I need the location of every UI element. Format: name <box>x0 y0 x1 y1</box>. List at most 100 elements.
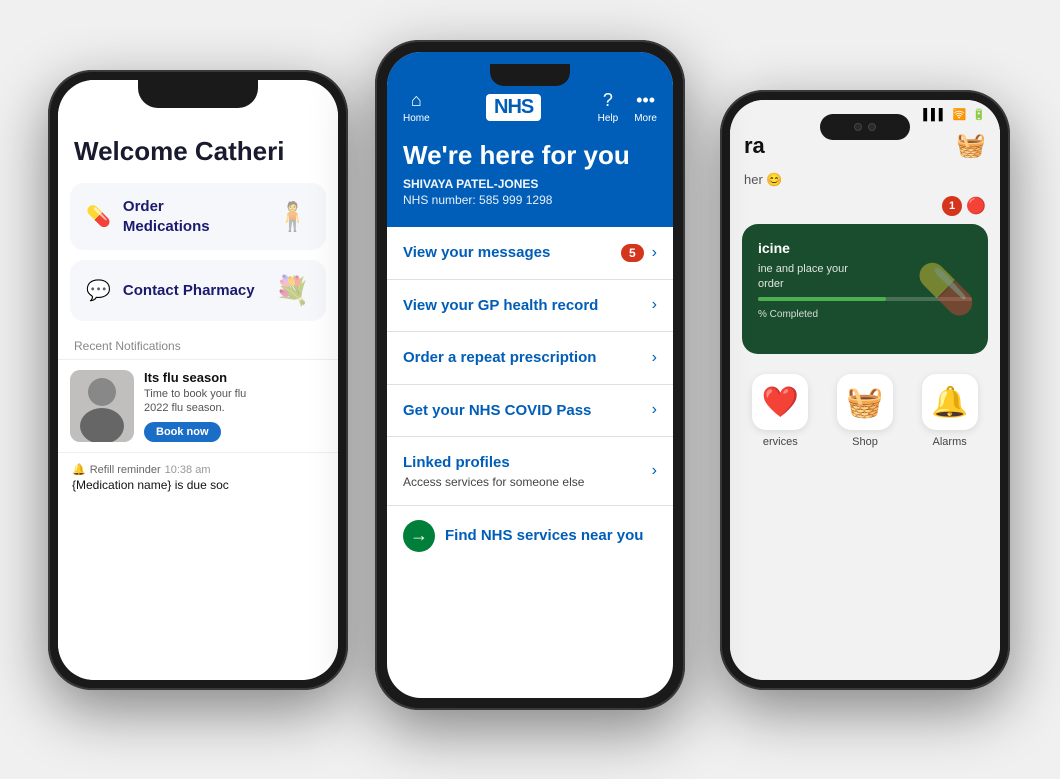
alarms-shortcut[interactable]: 🔔 Alarms <box>922 374 978 448</box>
basket-shop-icon: 🧺 <box>846 385 883 420</box>
bell-icon: 🔔 <box>931 385 968 420</box>
app-title: ra <box>744 133 765 159</box>
refill-reminder: 🔔 Refill reminder 10:38 am {Medication n… <box>58 452 338 502</box>
alarms-icon-wrap: 🔔 <box>922 374 978 430</box>
pill-decoration: 💊 <box>916 261 976 318</box>
chat-icon: 💬 <box>86 278 111 303</box>
left-phone-screen: Welcome Catheri 💊 OrderMedications 🧍 💬 C… <box>58 80 338 680</box>
flu-notification-body: Its flu season Time to book your flu2022… <box>144 370 326 442</box>
shortcuts-grid: ❤️ ervices 🧺 Shop 🔔 Alarm <box>730 364 1000 458</box>
more-icon: ••• <box>636 90 655 111</box>
refill-icon: 🔔 <box>72 463 86 476</box>
flu-notification: Its flu season Time to book your flu2022… <box>58 359 338 452</box>
greeting-text: her 😊 <box>730 168 1000 196</box>
right-phone-notch <box>820 114 910 140</box>
notification-count: 1 <box>942 196 962 216</box>
flower-decoration: 💐 <box>275 274 310 307</box>
medicine-card[interactable]: icine ine and place yourorder % Complete… <box>742 224 988 354</box>
contact-pharmacy-label: Contact Pharmacy <box>123 281 255 301</box>
right-phone: ▌▌▌ 🛜 🔋 ra 🧺 her 😊 1 🔴 <box>720 90 1010 690</box>
right-phone-content: ▌▌▌ 🛜 🔋 ra 🧺 her 😊 1 🔴 <box>730 100 1000 680</box>
patient-name: SHIVAYA PATEL-JONES <box>403 177 657 191</box>
nhs-content: ⌂ Home NHS ? Help ••• More <box>387 52 673 698</box>
messages-chevron: › <box>652 244 657 262</box>
left-phone: Welcome Catheri 💊 OrderMedications 🧍 💬 C… <box>48 70 348 690</box>
menu-covid-pass[interactable]: Get your NHS COVID Pass › <box>387 385 673 438</box>
notifications-label: Recent Notifications <box>58 329 338 359</box>
home-icon: ⌂ <box>411 90 422 111</box>
flu-title: Its flu season <box>144 370 326 385</box>
shop-label: Shop <box>852 436 878 448</box>
alert-icon: 🔴 <box>966 196 986 216</box>
signal-icon: ▌▌▌ <box>923 109 946 121</box>
menu-gp-record[interactable]: View your GP health record › <box>387 280 673 333</box>
heart-icon: ❤️ <box>762 385 799 420</box>
menu-messages[interactable]: View your messages 5 › <box>387 227 673 280</box>
medicine-card-title: icine <box>758 240 972 256</box>
services-shortcut[interactable]: ❤️ ervices <box>752 374 808 448</box>
wifi-icon: 🛜 <box>953 108 967 121</box>
nhs-logo: NHS <box>486 94 541 121</box>
menu-prescription[interactable]: Order a repeat prescription › <box>387 332 673 385</box>
refill-time: 10:38 am <box>165 464 211 476</box>
flu-subtitle: Time to book your flu2022 flu season. <box>144 387 326 416</box>
right-phone-screen: ▌▌▌ 🛜 🔋 ra 🧺 her 😊 1 🔴 <box>730 100 1000 680</box>
gp-record-label: View your GP health record <box>403 296 652 316</box>
find-nhs-label: Find NHS services near you <box>445 527 643 544</box>
nav-more[interactable]: ••• More <box>634 90 657 124</box>
welcome-text: Welcome Catheri <box>58 120 338 175</box>
center-phone: ⌂ Home NHS ? Help ••• More <box>375 40 685 710</box>
flu-notification-image <box>70 370 134 442</box>
notification-area: 1 🔴 <box>744 196 986 216</box>
basket-icon: 🧺 <box>956 132 986 159</box>
nhs-nav: ⌂ Home NHS ? Help ••• More <box>403 90 657 124</box>
linked-profiles-chevron: › <box>652 462 657 480</box>
help-label: Help <box>598 113 619 124</box>
nhs-number: NHS number: 585 999 1298 <box>403 193 657 207</box>
prescription-label: Order a repeat prescription <box>403 348 652 368</box>
book-now-button[interactable]: Book now <box>144 422 221 442</box>
alarms-label: Alarms <box>933 436 967 448</box>
center-phone-screen: ⌂ Home NHS ? Help ••• More <box>387 52 673 698</box>
linked-profiles-label: Linked profiles <box>403 453 652 473</box>
basket-container[interactable]: 🧺 <box>956 131 986 160</box>
order-medications-label: OrderMedications <box>123 197 210 236</box>
nav-home[interactable]: ⌂ Home <box>403 90 430 124</box>
person-decoration: 🧍 <box>275 200 310 233</box>
shop-shortcut[interactable]: 🧺 Shop <box>837 374 893 448</box>
left-phone-notch <box>138 80 258 108</box>
refill-text: {Medication name} is due soc <box>72 478 324 492</box>
messages-badge: 5 <box>621 244 644 262</box>
shop-icon-wrap: 🧺 <box>837 374 893 430</box>
menu-linked-profiles[interactable]: Linked profiles Access services for some… <box>387 437 673 506</box>
nhs-menu: View your messages 5 › View your GP heal… <box>387 227 673 698</box>
prescription-chevron: › <box>652 349 657 367</box>
messages-label: View your messages <box>403 243 621 263</box>
linked-profiles-sub: Access services for someone else <box>403 475 652 489</box>
gp-record-chevron: › <box>652 296 657 314</box>
home-label: Home <box>403 113 430 124</box>
services-icon-wrap: ❤️ <box>752 374 808 430</box>
left-phone-content: Welcome Catheri 💊 OrderMedications 🧍 💬 C… <box>58 80 338 680</box>
progress-fill <box>758 297 886 301</box>
left-cards: 💊 OrderMedications 🧍 💬 Contact Pharmacy … <box>58 175 338 329</box>
covid-pass-chevron: › <box>652 401 657 419</box>
services-label: ervices <box>763 436 798 448</box>
help-icon: ? <box>603 90 613 111</box>
battery-icon: 🔋 <box>972 108 986 121</box>
contact-pharmacy-card[interactable]: 💬 Contact Pharmacy 💐 <box>70 260 326 321</box>
camera-sensor <box>854 123 862 131</box>
phones-container: Welcome Catheri 💊 OrderMedications 🧍 💬 C… <box>0 0 1060 779</box>
order-medications-card[interactable]: 💊 OrderMedications 🧍 <box>70 183 326 250</box>
medications-icon: 💊 <box>86 204 111 229</box>
find-arrow-icon: → <box>403 520 435 552</box>
covid-pass-label: Get your NHS COVID Pass <box>403 401 652 421</box>
camera-lens <box>868 123 876 131</box>
center-phone-notch <box>490 64 570 86</box>
nhs-header-title: We're here for you <box>403 140 657 171</box>
person-svg <box>70 370 134 442</box>
find-nhs-services[interactable]: → Find NHS services near you <box>387 506 673 566</box>
more-label: More <box>634 113 657 124</box>
refill-label: Refill reminder <box>90 464 161 476</box>
nav-help[interactable]: ? Help <box>598 90 619 124</box>
